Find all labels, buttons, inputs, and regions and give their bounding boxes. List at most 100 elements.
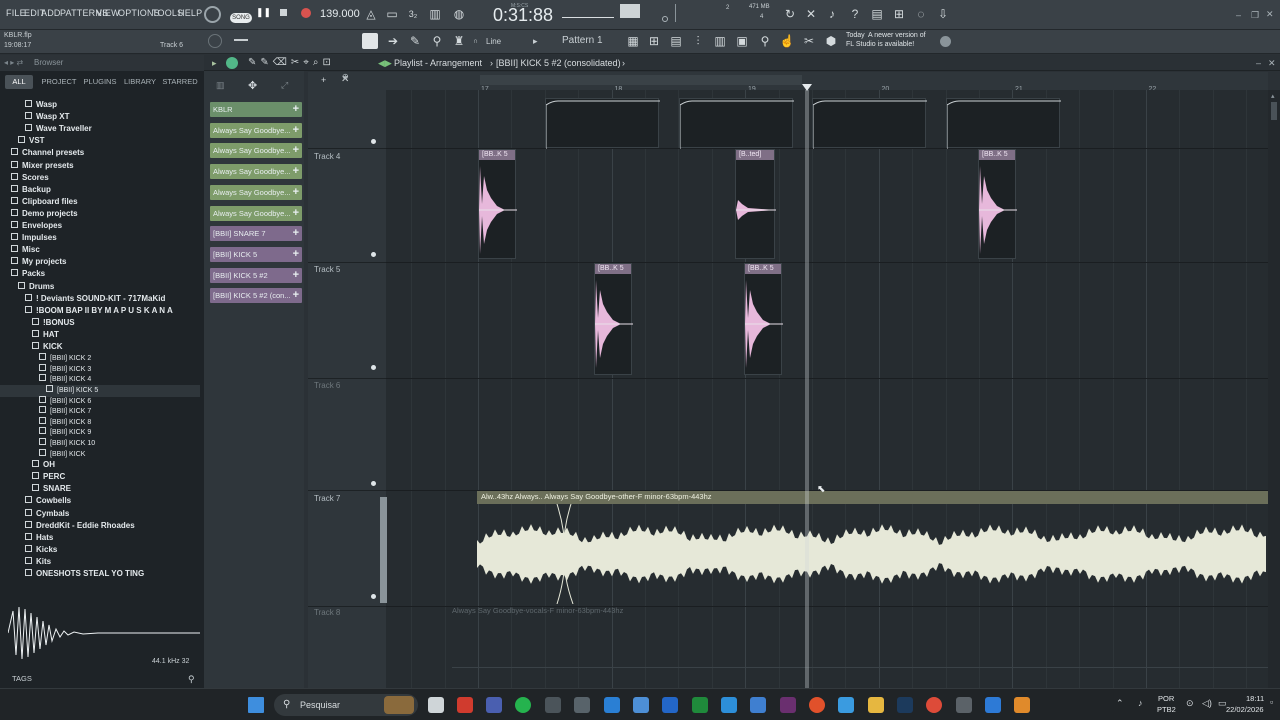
add-channel-icon[interactable]: +	[293, 123, 299, 138]
plugin-picker-icon[interactable]: ⚲	[756, 32, 774, 50]
track-mute-dot[interactable]	[371, 365, 376, 370]
add-channel-icon[interactable]: +	[293, 226, 299, 241]
clock-date[interactable]: 22/02/2026	[1226, 705, 1264, 714]
record-button[interactable]	[301, 8, 311, 18]
channel-item[interactable]: Always Say Goodbye... +	[210, 164, 302, 180]
settings-icon[interactable]	[633, 697, 649, 713]
blend-notes-icon[interactable]: ◍	[450, 5, 468, 23]
add-channel-icon[interactable]: +	[293, 143, 299, 158]
browser-item[interactable]: Impulses	[0, 232, 200, 244]
browser-item[interactable]: KICK	[0, 341, 200, 353]
master-volume-slider[interactable]	[675, 4, 676, 22]
microphone-tray-icon[interactable]: ♪	[1138, 698, 1143, 708]
picker-move-icon[interactable]: ✥	[248, 79, 257, 92]
whatsapp-icon[interactable]	[515, 697, 531, 713]
browser-item[interactable]: Hats	[0, 532, 200, 544]
stamp-icon[interactable]: ♜	[450, 32, 468, 50]
snap-to-grid-icon[interactable]	[226, 57, 238, 69]
song-mode-toggle[interactable]: SONG	[230, 13, 252, 23]
brave-icon[interactable]	[809, 697, 825, 713]
scroll-thumb[interactable]	[1271, 102, 1277, 120]
steam-icon[interactable]	[897, 697, 913, 713]
track-mute-dot[interactable]	[371, 594, 376, 599]
pattern-clip[interactable]	[812, 98, 927, 149]
menu-view[interactable]: VIEW	[96, 8, 120, 18]
browser-item[interactable]: Channel presets	[0, 147, 200, 159]
windows-start-icon[interactable]	[248, 697, 264, 713]
menu-help[interactable]: HELP	[178, 8, 202, 18]
channel-item[interactable]: Always Say Goodbye... +	[210, 122, 302, 138]
playlist-tools-icons[interactable]: ✎✎⌫✂⌖⌕⊡	[248, 57, 335, 68]
taskbar-search[interactable]: ⚲ Pesquisar	[274, 694, 418, 716]
save-icon[interactable]: ▤	[868, 5, 886, 23]
app-icon-pen[interactable]	[574, 697, 590, 713]
wait-input-icon[interactable]: ▭	[383, 5, 401, 23]
add-channel-icon[interactable]: +	[293, 288, 299, 303]
touch-icon[interactable]: ☝	[778, 32, 796, 50]
track-name[interactable]: Track 6	[314, 381, 340, 390]
microphone-icon[interactable]: ♪	[823, 5, 841, 23]
track-name[interactable]: Track 4	[314, 152, 340, 161]
app-icon-gray[interactable]	[956, 697, 972, 713]
loop-record-icon[interactable]	[204, 6, 221, 23]
browser-item[interactable]: Kicks	[0, 544, 200, 556]
fl-studio-icon[interactable]	[545, 697, 561, 713]
audio-clip-header-faded[interactable]: Always Say Goodbye-vocals-F minor-63bpm-…	[452, 606, 623, 615]
browser-item[interactable]: ONESHOTS STEAL YO TING	[0, 568, 200, 580]
playhead[interactable]	[805, 90, 809, 688]
audio-clip[interactable]: [BB..K 5	[478, 149, 517, 259]
undo-history-icon[interactable]: ↻	[781, 5, 799, 23]
audio-clip[interactable]: [BB..K 5	[744, 263, 783, 375]
link-icon[interactable]: ⚲	[428, 32, 446, 50]
mixer-icon[interactable]: ⫶	[689, 32, 707, 50]
menu-file[interactable]: FILE	[6, 8, 26, 18]
track-mute-dot[interactable]	[371, 139, 376, 144]
arrow-icon[interactable]: ➔	[384, 32, 402, 50]
menu-add[interactable]: ADD	[41, 8, 61, 18]
plugin-icon[interactable]: ⊞	[890, 5, 908, 23]
channel-item[interactable]: Always Say Goodbye... +	[210, 143, 302, 159]
browser-item[interactable]: Backup	[0, 184, 200, 196]
add-channel-icon[interactable]: +	[293, 164, 299, 179]
browser-item[interactable]: Demo projects	[0, 208, 200, 220]
position-slider[interactable]	[234, 39, 248, 41]
audio-clip[interactable]: [BB..K 5	[978, 149, 1017, 259]
keyboard-layout[interactable]: PTB2	[1157, 705, 1176, 714]
clock-time[interactable]: 18:11	[1246, 694, 1264, 703]
app-icon-blue[interactable]	[486, 697, 502, 713]
master-pitch-knob[interactable]	[662, 16, 668, 22]
track-name[interactable]: Track 7	[314, 494, 340, 503]
close-panels-icon[interactable]: ✕	[802, 5, 820, 23]
language-code[interactable]: POR	[1158, 694, 1174, 703]
audio-clip[interactable]: [BB..K 5	[594, 263, 633, 375]
browser-tab-plugins[interactable]: PLUGINS	[82, 75, 118, 89]
app-icon-red[interactable]	[457, 697, 473, 713]
browser-item[interactable]: HAT	[0, 329, 200, 341]
browser-tab-library[interactable]: LIBRARY	[122, 75, 158, 89]
track-mute-dot[interactable]	[371, 252, 376, 257]
browser-item[interactable]: ! Deviants SOUND-KIT - 717MaKid	[0, 293, 200, 305]
browser-item[interactable]: Scores	[0, 172, 200, 184]
track-name[interactable]: Track 8	[314, 608, 340, 617]
zoom-icon[interactable]: ⊕	[342, 72, 349, 81]
browser-item[interactable]: Mixer presets	[0, 160, 200, 172]
browser-item[interactable]: Drums	[0, 281, 200, 293]
playlist-minimize-icon[interactable]: –	[1256, 58, 1261, 68]
arrow-icon[interactable]: ▸	[212, 58, 217, 69]
pattern-clip[interactable]	[545, 98, 660, 149]
channel-item[interactable]: [BBII] KICK 5 +	[210, 246, 302, 262]
playlist-icon[interactable]: ▦	[624, 32, 642, 50]
help-icon[interactable]: ?	[846, 5, 864, 23]
pattern-clip[interactable]	[946, 98, 1061, 149]
calculator-icon[interactable]	[604, 697, 620, 713]
app-icon-purple[interactable]	[780, 697, 796, 713]
snap-magnet-icon[interactable]	[362, 33, 378, 49]
tempo-display[interactable]: 139.000	[320, 8, 360, 20]
browser-item[interactable]: Envelopes	[0, 220, 200, 232]
app-icon-orange[interactable]	[1014, 697, 1030, 713]
countdown-icon[interactable]: 3₂	[404, 5, 422, 23]
audio-clip-header[interactable]: Alw..43hz Always.. Always Say Goodbye-ot…	[477, 491, 1268, 504]
app-icon-window[interactable]	[838, 697, 854, 713]
browser-item[interactable]: !BOOM BAP II BY M A P U S K A N A	[0, 305, 200, 317]
track-name[interactable]: Track 5	[314, 265, 340, 274]
